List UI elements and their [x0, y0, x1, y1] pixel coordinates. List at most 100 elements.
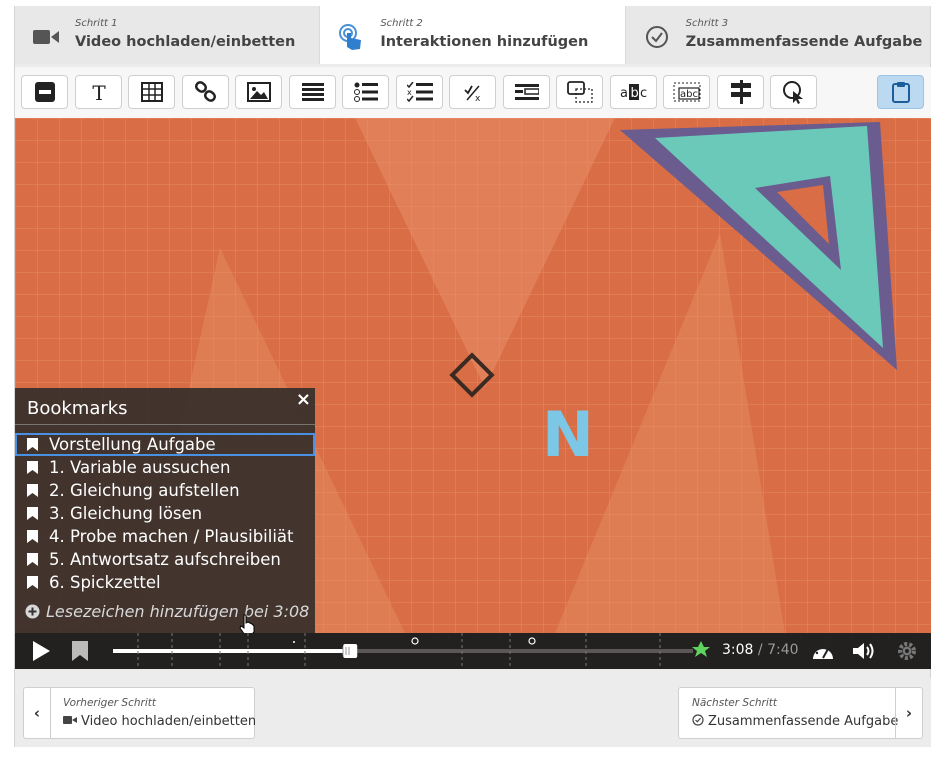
interaction-marker[interactable] [528, 637, 536, 645]
text-button[interactable]: T [75, 75, 122, 109]
bookmark-toggle-icon[interactable] [72, 641, 88, 661]
next-step-label: Zusammenfassende Aufgabe [692, 714, 898, 729]
svg-text:T: T [92, 81, 106, 103]
mark-words-button[interactable]: abc [610, 75, 657, 109]
drag-text-icon: abc [673, 82, 700, 102]
bookmark-item[interactable]: 2. Gleichung aufstellen [15, 479, 315, 502]
prev-step-label: Video hochladen/einbetten [63, 714, 256, 729]
video-camera-icon [33, 26, 59, 48]
crossroads-button[interactable] [717, 75, 764, 109]
bookmark-icon [27, 438, 38, 451]
bookmark-label: 6. Spickzettel [49, 573, 161, 592]
playback-speed-icon[interactable] [811, 641, 835, 661]
table-icon [140, 82, 163, 102]
bookmark-icon [27, 484, 38, 497]
bookmark-icon [27, 576, 38, 589]
svg-text:c: c [640, 86, 647, 101]
bookmark-label: 3. Gleichung lösen [49, 504, 203, 523]
svg-text:a: a [620, 86, 628, 101]
bookmark-icon [27, 553, 38, 566]
step-number: Schritt 1 [75, 18, 118, 29]
bookmark-item[interactable]: 4. Probe machen / Plausibiliät [15, 525, 315, 548]
bookmark-item[interactable]: 5. Antwortsatz aufschreiben [15, 548, 315, 571]
bookmark-item[interactable]: 6. Spickzettel [15, 571, 315, 594]
svg-text:b: b [630, 86, 638, 101]
mark-words-icon: abc [620, 84, 647, 101]
single-choice-button[interactable] [342, 75, 389, 109]
video-camera-icon [63, 716, 77, 724]
label-button[interactable] [21, 75, 68, 109]
bookmark-item[interactable]: Vorstellung Aufgabe [15, 433, 315, 456]
check-circle-icon [692, 714, 704, 726]
touch-pointer-icon [338, 24, 364, 50]
image-button[interactable] [235, 75, 282, 109]
time-display: 3:08 / 7:40 [722, 642, 799, 658]
prev-step-button[interactable]: ‹ Vorheriger Schritt Video hochladen/ein… [23, 687, 256, 739]
bookmark-label: Vorstellung Aufgabe [49, 435, 216, 454]
add-bookmark-label: Lesezeichen hinzufügen bei 3:08 [46, 602, 310, 621]
navigation-hotspot-icon [782, 81, 803, 104]
multiple-choice-button[interactable]: x [396, 75, 443, 109]
image-icon [246, 82, 271, 102]
overlay-letter: N [542, 398, 594, 471]
summary-star-icon[interactable] [692, 641, 710, 657]
step-number: Schritt 2 [380, 18, 423, 29]
drag-drop-button[interactable] [556, 75, 603, 109]
statements-button[interactable] [289, 75, 336, 109]
true-false-icon: x [463, 85, 481, 102]
fill-blanks-button[interactable] [503, 75, 550, 109]
next-step-button[interactable]: Nächster Schritt Zusammenfassende Aufgab… [678, 687, 923, 739]
seek-bar[interactable] [110, 633, 710, 669]
table-button[interactable] [128, 75, 175, 109]
play-icon[interactable] [31, 640, 51, 662]
link-icon [194, 81, 216, 102]
chevron-right-icon: › [895, 688, 922, 738]
close-icon[interactable]: × [296, 389, 311, 410]
paste-clipboard-icon [891, 82, 910, 103]
volume-icon[interactable] [852, 641, 876, 661]
fill-blanks-icon [514, 84, 539, 100]
paste-button[interactable] [877, 75, 924, 109]
crossroads-icon [730, 80, 751, 104]
step-label: Zusammenfassende Aufgabe [685, 34, 923, 50]
bookmark-item[interactable]: 3. Gleichung lösen [15, 502, 315, 525]
bookmark-label: 5. Antwortsatz aufschreiben [49, 550, 281, 569]
bookmark-icon [27, 461, 38, 474]
seek-handle[interactable] [343, 644, 358, 658]
interaction-marker[interactable] [411, 637, 419, 645]
bookmark-item[interactable]: 1. Variable aussuchen [15, 456, 315, 479]
drag-text-button[interactable]: abc [663, 75, 710, 109]
chevron-left-icon: ‹ [24, 688, 51, 738]
interaction-toolbar: T x x abc abc [15, 67, 931, 119]
statements-icon [301, 83, 324, 101]
divider [15, 424, 315, 425]
svg-text:x: x [475, 94, 481, 102]
bookmark-label: 4. Probe machen / Plausibiliät [49, 527, 294, 546]
drag-drop-icon [566, 81, 593, 103]
true-false-button[interactable]: x [449, 75, 496, 109]
add-bookmark-link[interactable]: Lesezeichen hinzufügen bei 3:08 [25, 602, 309, 621]
prev-step-text: Video hochladen/einbetten [81, 714, 257, 729]
step-navigation: ‹ Vorheriger Schritt Video hochladen/ein… [15, 678, 931, 747]
seek-progress [113, 649, 351, 653]
settings-gear-icon[interactable] [897, 641, 917, 661]
step-number: Schritt 3 [685, 18, 729, 29]
label-icon [34, 82, 55, 102]
bookmark-icon [27, 507, 38, 520]
bookmarks-title: Bookmarks [27, 398, 128, 419]
next-step-caption: Nächster Schritt [692, 697, 777, 709]
link-button[interactable] [182, 75, 229, 109]
bookmark-label: 1. Variable aussuchen [49, 458, 231, 477]
total-time: 7:40 [767, 642, 799, 658]
step-tab-interactions[interactable]: Schritt 2 Interaktionen hinzufügen [320, 6, 626, 64]
plus-circle-icon [25, 604, 40, 619]
step-tab-upload[interactable]: Schritt 1 Video hochladen/einbetten [15, 6, 321, 64]
svg-text:abc: abc [680, 89, 698, 100]
navigation-hotspot-button[interactable] [770, 75, 817, 109]
step-tab-summary[interactable]: Schritt 3 Zusammenfassende Aufgabe [625, 6, 931, 64]
text-icon: T [92, 81, 106, 103]
video-controls: 3:08 / 7:40 [15, 633, 931, 669]
step-tabs: Schritt 1 Video hochladen/einbetten Schr… [15, 6, 931, 64]
current-time: 3:08 [722, 642, 754, 658]
step-label: Interaktionen hinzufügen [380, 34, 589, 50]
